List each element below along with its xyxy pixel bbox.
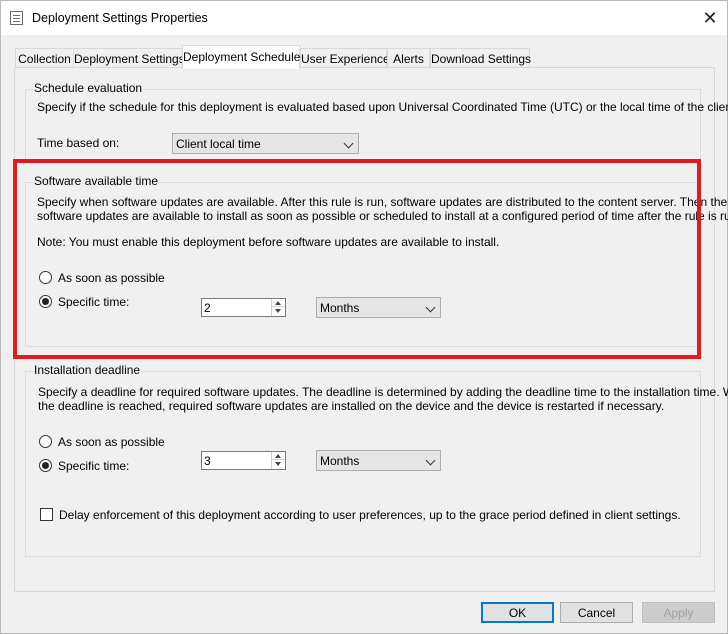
spin-down-icon[interactable]: [272, 307, 285, 315]
deadline-description-line1: Specify a deadline for required software…: [38, 385, 728, 399]
installation-deadline-title: Installation deadline: [33, 363, 142, 377]
time-based-on-dropdown[interactable]: Client local time: [172, 133, 359, 154]
available-amount-spin-buttons: [271, 299, 285, 316]
software-available-description-line2: software updates are available to instal…: [37, 209, 728, 223]
deadline-unit-dropdown[interactable]: Months: [316, 450, 441, 471]
deadline-amount-input[interactable]: [202, 452, 268, 469]
window-title: Deployment Settings Properties: [32, 11, 208, 25]
spin-down-icon[interactable]: [272, 460, 285, 468]
available-asap-radio[interactable]: [39, 271, 52, 284]
properties-dialog: Deployment Settings Properties ✕ Collect…: [0, 0, 728, 634]
deadline-specific-time-radio[interactable]: [39, 459, 52, 472]
schedule-evaluation-group: Schedule evaluation Specify if the sched…: [25, 81, 728, 163]
deadline-asap-label: As soon as possible: [58, 435, 165, 449]
schedule-evaluation-title: Schedule evaluation: [33, 81, 144, 95]
tab-collection[interactable]: Collection: [15, 48, 74, 68]
cancel-button[interactable]: Cancel: [560, 602, 633, 623]
chevron-down-icon: [343, 138, 354, 149]
available-asap-label: As soon as possible: [58, 271, 165, 285]
deadline-unit-value: Months: [320, 454, 360, 468]
tab-download-settings[interactable]: Download Settings: [430, 48, 531, 68]
tab-user-experience[interactable]: User Experience: [300, 48, 390, 68]
delay-enforcement-checkbox[interactable]: [40, 508, 53, 521]
tab-deployment-schedule[interactable]: Deployment Schedule: [182, 45, 300, 69]
deadline-amount-spin-buttons: [271, 452, 285, 469]
tab-alerts[interactable]: Alerts: [387, 48, 430, 68]
apply-button[interactable]: Apply: [642, 602, 715, 623]
installation-deadline-group: Installation deadline Specify a deadline…: [25, 363, 728, 557]
schedule-evaluation-description: Specify if the schedule for this deploym…: [37, 100, 728, 114]
properties-document-icon: [10, 11, 23, 25]
close-button[interactable]: ✕: [693, 1, 727, 35]
deadline-specific-time-label: Specific time:: [58, 459, 130, 473]
delay-enforcement-label: Delay enforcement of this deployment acc…: [59, 508, 681, 522]
spin-up-icon[interactable]: [272, 299, 285, 307]
software-available-note: Note: You must enable this deployment be…: [37, 235, 500, 249]
deployment-schedule-panel: Schedule evaluation Specify if the sched…: [14, 67, 728, 592]
time-based-on-value: Client local time: [176, 137, 261, 151]
title-bar: Deployment Settings Properties ✕: [1, 1, 727, 35]
close-icon: ✕: [702, 7, 718, 28]
tab-deployment-settings[interactable]: Deployment Settings: [73, 48, 185, 68]
time-based-on-label: Time based on:: [37, 136, 120, 150]
available-amount-input[interactable]: [202, 299, 268, 316]
software-available-time-group: Software available time Specify when sof…: [25, 174, 728, 347]
deadline-amount-stepper[interactable]: [201, 451, 286, 470]
available-specific-time-radio[interactable]: [39, 295, 52, 308]
chevron-down-icon: [425, 455, 436, 466]
available-specific-time-label: Specific time:: [58, 295, 130, 309]
deadline-asap-radio[interactable]: [39, 435, 52, 448]
chevron-down-icon: [425, 302, 436, 313]
software-available-description-line1: Specify when software updates are availa…: [37, 195, 728, 209]
available-unit-value: Months: [320, 301, 360, 315]
deadline-description-line2: the deadline is reached, required softwa…: [38, 399, 665, 413]
spin-up-icon[interactable]: [272, 452, 285, 460]
ok-button[interactable]: OK: [481, 602, 554, 623]
available-unit-dropdown[interactable]: Months: [316, 297, 441, 318]
software-available-time-title: Software available time: [33, 174, 160, 188]
available-amount-stepper[interactable]: [201, 298, 286, 317]
